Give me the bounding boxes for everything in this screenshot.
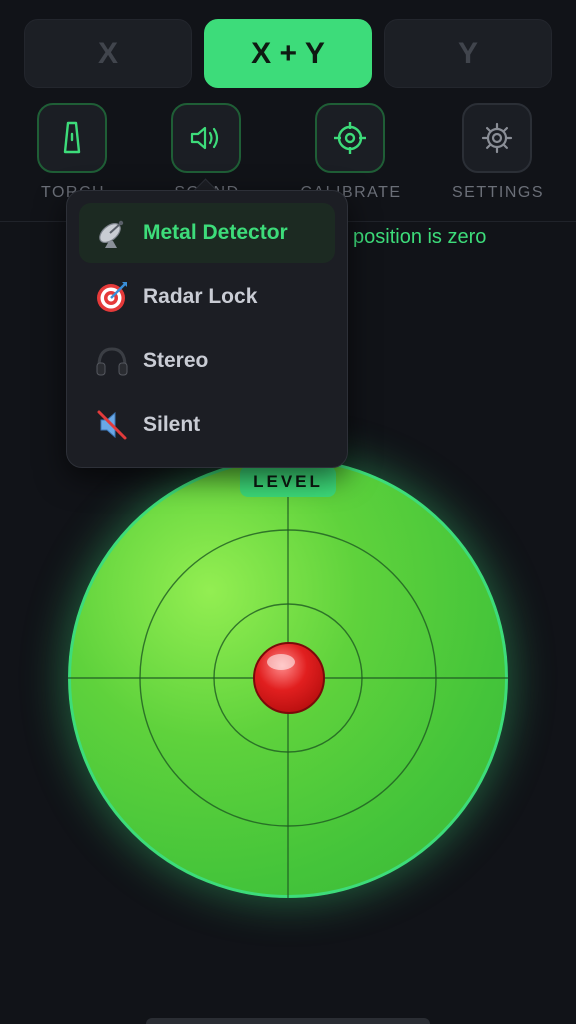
torch-icon xyxy=(63,121,81,154)
torch-button[interactable] xyxy=(37,103,107,173)
target-icon xyxy=(95,280,129,314)
sound-option-silent[interactable]: Silent xyxy=(79,395,335,455)
tab-y[interactable]: Y xyxy=(384,19,552,88)
bubble-highlight xyxy=(267,654,295,670)
calibrate-button[interactable] xyxy=(315,103,385,173)
gear-icon xyxy=(481,122,513,154)
sound-option-metal-detector[interactable]: Metal Detector xyxy=(79,203,335,263)
settings-button[interactable] xyxy=(462,103,532,173)
sound-menu: Metal Detector Radar Lock Stereo Silent xyxy=(66,190,348,468)
tab-x-plus-y[interactable]: X + Y xyxy=(204,19,372,88)
speaker-icon xyxy=(190,126,219,150)
settings-tool: SETTINGS xyxy=(443,103,553,213)
settings-label: SETTINGS xyxy=(451,184,544,201)
satellite-dish-icon xyxy=(95,216,129,250)
level-badge: LEVEL xyxy=(240,466,336,497)
level-bubble xyxy=(253,642,325,714)
status-text: position is zero xyxy=(353,226,487,248)
muted-speaker-icon xyxy=(95,408,129,442)
sound-option-label: Radar Lock xyxy=(143,285,258,308)
headphones-icon xyxy=(95,344,129,378)
home-indicator[interactable] xyxy=(146,1018,430,1024)
screen: X X + Y Y TORCH SOUND xyxy=(0,0,576,1024)
sound-option-stereo[interactable]: Stereo xyxy=(79,331,335,391)
axis-tabs: X X + Y Y xyxy=(24,19,552,88)
sound-button[interactable] xyxy=(171,103,241,173)
crosshair-icon xyxy=(334,122,366,154)
tab-x[interactable]: X xyxy=(24,19,192,88)
sound-option-label: Stereo xyxy=(143,349,209,372)
sound-option-radar-lock[interactable]: Radar Lock xyxy=(79,267,335,327)
sound-option-label: Metal Detector xyxy=(143,221,288,244)
sound-option-label: Silent xyxy=(143,413,201,436)
